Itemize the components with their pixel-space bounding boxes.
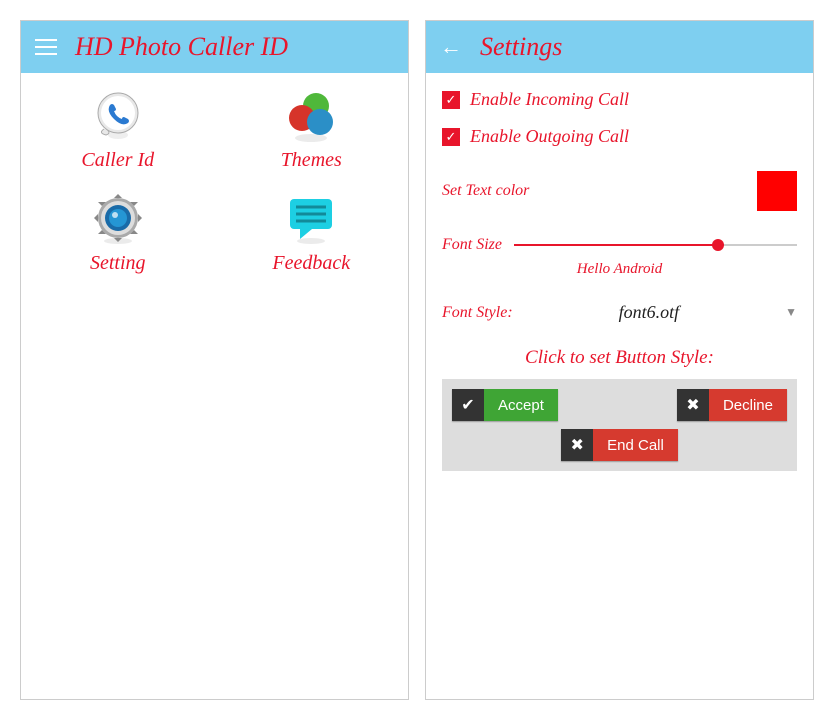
themes-item[interactable]: Themes: [235, 89, 389, 172]
checkbox-icon: [442, 128, 460, 146]
decline-label: Decline: [709, 389, 787, 421]
font-size-row: Font Size: [442, 235, 797, 255]
text-color-row: Set Text color: [442, 171, 797, 211]
chevron-down-icon: ▼: [785, 305, 797, 320]
button-style-area: ✔ Accept ✖ Decline ✖ End Call: [442, 379, 797, 471]
color-swatch[interactable]: [757, 171, 797, 211]
enable-incoming-row[interactable]: Enable Incoming Call: [442, 89, 797, 110]
font-style-row[interactable]: Font Style: font6.otf ▼: [442, 302, 797, 323]
font-size-label: Font Size: [442, 236, 502, 254]
button-style-title: Click to set Button Style:: [442, 347, 797, 369]
button-row-top: ✔ Accept ✖ Decline: [452, 389, 787, 421]
enable-outgoing-row[interactable]: Enable Outgoing Call: [442, 126, 797, 147]
feedback-icon: [283, 192, 339, 248]
text-color-label: Set Text color: [442, 182, 529, 200]
end-call-button[interactable]: ✖ End Call: [561, 429, 678, 461]
home-grid: Caller Id Themes: [21, 73, 408, 291]
home-screen: HD Photo Caller ID Caller Id: [20, 20, 409, 700]
setting-label: Setting: [90, 252, 146, 275]
close-icon: ✖: [561, 429, 593, 461]
check-icon: ✔: [452, 389, 484, 421]
checkbox-icon: [442, 91, 460, 109]
enable-incoming-label: Enable Incoming Call: [470, 89, 629, 110]
settings-title: Settings: [480, 32, 562, 62]
caller-id-icon: [90, 89, 146, 145]
hamburger-icon[interactable]: [35, 39, 57, 55]
button-row-bottom: ✖ End Call: [452, 429, 787, 461]
home-title: HD Photo Caller ID: [75, 32, 288, 62]
accept-label: Accept: [484, 389, 558, 421]
themes-icon: [283, 89, 339, 145]
close-icon: ✖: [677, 389, 709, 421]
themes-label: Themes: [281, 149, 342, 172]
caller-id-item[interactable]: Caller Id: [41, 89, 195, 172]
home-header: HD Photo Caller ID: [21, 21, 408, 73]
settings-screen: ← Settings Enable Incoming Call Enable O…: [425, 20, 814, 700]
back-arrow-icon[interactable]: ←: [440, 34, 462, 60]
end-call-label: End Call: [593, 429, 678, 461]
font-size-slider[interactable]: [514, 235, 797, 255]
decline-button[interactable]: ✖ Decline: [677, 389, 787, 421]
settings-body: Enable Incoming Call Enable Outgoing Cal…: [426, 73, 813, 699]
settings-header: ← Settings: [426, 21, 813, 73]
setting-icon: [90, 192, 146, 248]
font-style-value: font6.otf: [533, 302, 765, 323]
slider-caption: Hello Android: [442, 261, 797, 278]
feedback-item[interactable]: Feedback: [235, 192, 389, 275]
font-style-label: Font Style:: [442, 304, 513, 322]
caller-id-label: Caller Id: [81, 149, 154, 172]
setting-item[interactable]: Setting: [41, 192, 195, 275]
feedback-label: Feedback: [272, 252, 350, 275]
enable-outgoing-label: Enable Outgoing Call: [470, 126, 629, 147]
accept-button[interactable]: ✔ Accept: [452, 389, 558, 421]
